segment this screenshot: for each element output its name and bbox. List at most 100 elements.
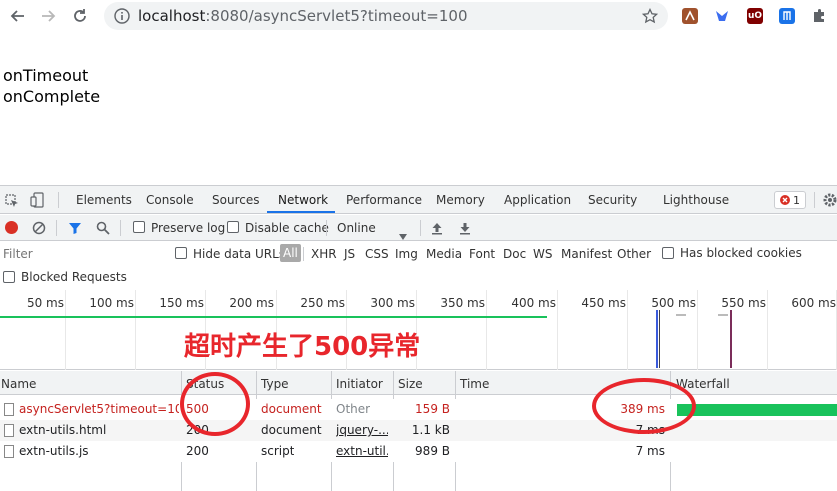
tick-line (557, 290, 558, 370)
disable-cache-checkbox[interactable] (227, 221, 239, 233)
load-marker (730, 310, 732, 368)
request-size: 159 B (415, 402, 450, 416)
tabbar-divider-2 (814, 192, 815, 208)
filter-icon[interactable] (68, 220, 82, 239)
column-header-name[interactable]: Name (1, 377, 36, 391)
network-toolbar: Preserve log Disable cache Online (0, 215, 837, 241)
tick-label: 100 ms (89, 296, 134, 310)
request-status: 200 (186, 444, 209, 458)
filter-type-css[interactable]: CSS (365, 247, 389, 261)
filter-type-manifest[interactable]: Manifest (561, 247, 612, 261)
filter-type-js[interactable]: JS (344, 247, 355, 261)
overview-request-bar (0, 316, 547, 318)
url-path: :8080/asyncServlet5?timeout=100 (205, 7, 468, 25)
tab-elements[interactable]: Elements (76, 193, 132, 207)
export-har-icon[interactable] (458, 220, 472, 239)
column-header-size[interactable]: Size (398, 377, 423, 391)
filter-type-ws[interactable]: WS (533, 247, 552, 261)
status-highlight-ellipse (180, 372, 250, 436)
tick-line (135, 290, 136, 370)
script-file-icon (4, 445, 14, 458)
document-icon (4, 424, 14, 437)
ublock-extension-icon[interactable]: uO (747, 8, 763, 24)
document-icon (4, 403, 14, 416)
inspect-element-icon[interactable] (5, 193, 19, 212)
table-row[interactable]: asyncServlet5?timeout=100 500 document O… (0, 399, 837, 420)
filter-type-xhr[interactable]: XHR (311, 247, 337, 261)
filter-input[interactable] (0, 244, 162, 264)
translate-extension-icon[interactable] (779, 8, 795, 24)
record-icon[interactable] (5, 221, 18, 234)
tab-sources[interactable]: Sources (212, 193, 259, 207)
table-row[interactable]: extn-utils.html 200 document jquery-... … (0, 420, 837, 441)
timeline-marker (659, 310, 660, 368)
tab-network[interactable]: Network (278, 193, 328, 207)
import-har-icon[interactable] (430, 220, 444, 239)
tab-lighthouse[interactable]: Lighthouse (663, 193, 729, 207)
filter-type-img[interactable]: Img (395, 247, 418, 261)
tab-application[interactable]: Application (504, 193, 571, 207)
forward-icon[interactable] (36, 4, 60, 28)
throttling-select[interactable]: Online (337, 218, 409, 240)
reload-icon[interactable] (68, 4, 92, 28)
throttling-value: Online (337, 221, 376, 235)
pdf-extension-icon[interactable] (682, 8, 698, 24)
request-table-header: Name Status Type Initiator Size Time Wat… (0, 371, 837, 395)
filter-type-doc[interactable]: Doc (503, 247, 526, 261)
address-bar[interactable]: localhost:8080/asyncServlet5?timeout=100 (104, 2, 668, 30)
tick-line (627, 290, 628, 370)
request-type: document (261, 423, 322, 437)
tick-label: 550 ms (721, 296, 766, 310)
tick-label: 250 ms (300, 296, 345, 310)
table-row[interactable]: extn-utils.js 200 script extn-util... 98… (0, 441, 837, 462)
request-size: 1.1 kB (411, 423, 450, 437)
puzzle-extension-icon[interactable] (811, 8, 827, 24)
tick-label: 600 ms (791, 296, 836, 310)
url-text[interactable]: localhost:8080/asyncServlet5?timeout=100 (138, 7, 468, 25)
page-text-line-1: onTimeout (3, 66, 89, 85)
tab-memory[interactable]: Memory (436, 193, 485, 207)
waterfall-bar (677, 404, 837, 416)
filter-bar: Hide data URLs All XHR JS CSS Img Media … (0, 242, 837, 292)
browser-toolbar: localhost:8080/asyncServlet5?timeout=100… (0, 0, 837, 34)
hide-data-urls-checkbox[interactable] (175, 247, 187, 259)
tick-line (486, 290, 487, 370)
request-name[interactable]: extn-utils.js (19, 444, 179, 458)
time-highlight-ellipse (592, 378, 696, 434)
request-initiator-link[interactable]: extn-util... (336, 444, 388, 458)
tick-line (697, 290, 698, 370)
search-icon[interactable] (96, 220, 110, 239)
request-size: 989 B (415, 444, 450, 458)
settings-gear-icon[interactable] (822, 192, 837, 212)
column-header-initiator[interactable]: Initiator (336, 377, 383, 391)
request-name[interactable]: extn-utils.html (19, 423, 179, 437)
filter-type-font[interactable]: Font (469, 247, 495, 261)
tick-line (65, 290, 66, 370)
bird-extension-icon[interactable] (714, 8, 730, 24)
column-header-time[interactable]: Time (460, 377, 489, 391)
error-counter[interactable]: 1 (774, 191, 806, 209)
request-initiator-link[interactable]: jquery-... (336, 423, 388, 437)
request-name[interactable]: asyncServlet5?timeout=100 (19, 402, 179, 416)
star-icon[interactable] (641, 7, 659, 28)
tick-label: 300 ms (370, 296, 415, 310)
clear-icon[interactable] (32, 220, 46, 239)
request-time: 7 ms (635, 444, 665, 458)
tab-performance[interactable]: Performance (346, 193, 422, 207)
filter-type-all[interactable]: All (280, 244, 301, 262)
device-toolbar-icon[interactable] (30, 192, 46, 212)
has-blocked-cookies-checkbox[interactable] (662, 247, 674, 259)
info-icon[interactable] (114, 8, 130, 28)
back-icon[interactable] (6, 4, 30, 28)
request-type: script (261, 444, 295, 458)
tick-label: 500 ms (651, 296, 696, 310)
column-header-type[interactable]: Type (261, 377, 289, 391)
filter-type-other[interactable]: Other (617, 247, 651, 261)
preserve-log-label: Preserve log (151, 221, 226, 235)
preserve-log-checkbox[interactable] (133, 221, 145, 233)
blocked-requests-label: Blocked Requests (21, 270, 127, 284)
filter-type-media[interactable]: Media (426, 247, 462, 261)
blocked-requests-checkbox[interactable] (3, 271, 15, 283)
tab-security[interactable]: Security (588, 193, 637, 207)
tab-console[interactable]: Console (146, 193, 194, 207)
